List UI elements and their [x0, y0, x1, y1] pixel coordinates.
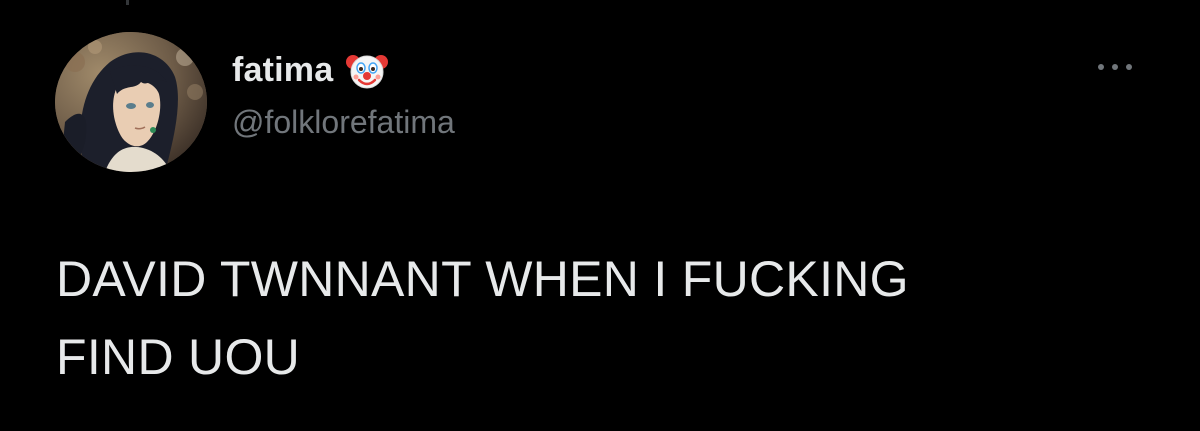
avatar[interactable] [55, 32, 207, 172]
more-horizontal-icon [1098, 64, 1132, 70]
author-name-row[interactable]: fatima [232, 46, 389, 94]
tweet-text-line: FIND UOU [56, 329, 301, 385]
clown-face-icon [346, 55, 389, 89]
thread-connector-line [126, 0, 129, 5]
display-name[interactable]: fatima [232, 51, 333, 90]
anime-character-avatar-icon [55, 32, 207, 172]
more-options-button[interactable] [1090, 52, 1140, 82]
tweet-text: DAVID TWNNANT WHEN I FUCKING FIND UOU [56, 240, 1156, 396]
tweet-text-line: DAVID TWNNANT WHEN I FUCKING [56, 251, 909, 307]
author-handle[interactable]: @folklorefatima [232, 104, 455, 141]
